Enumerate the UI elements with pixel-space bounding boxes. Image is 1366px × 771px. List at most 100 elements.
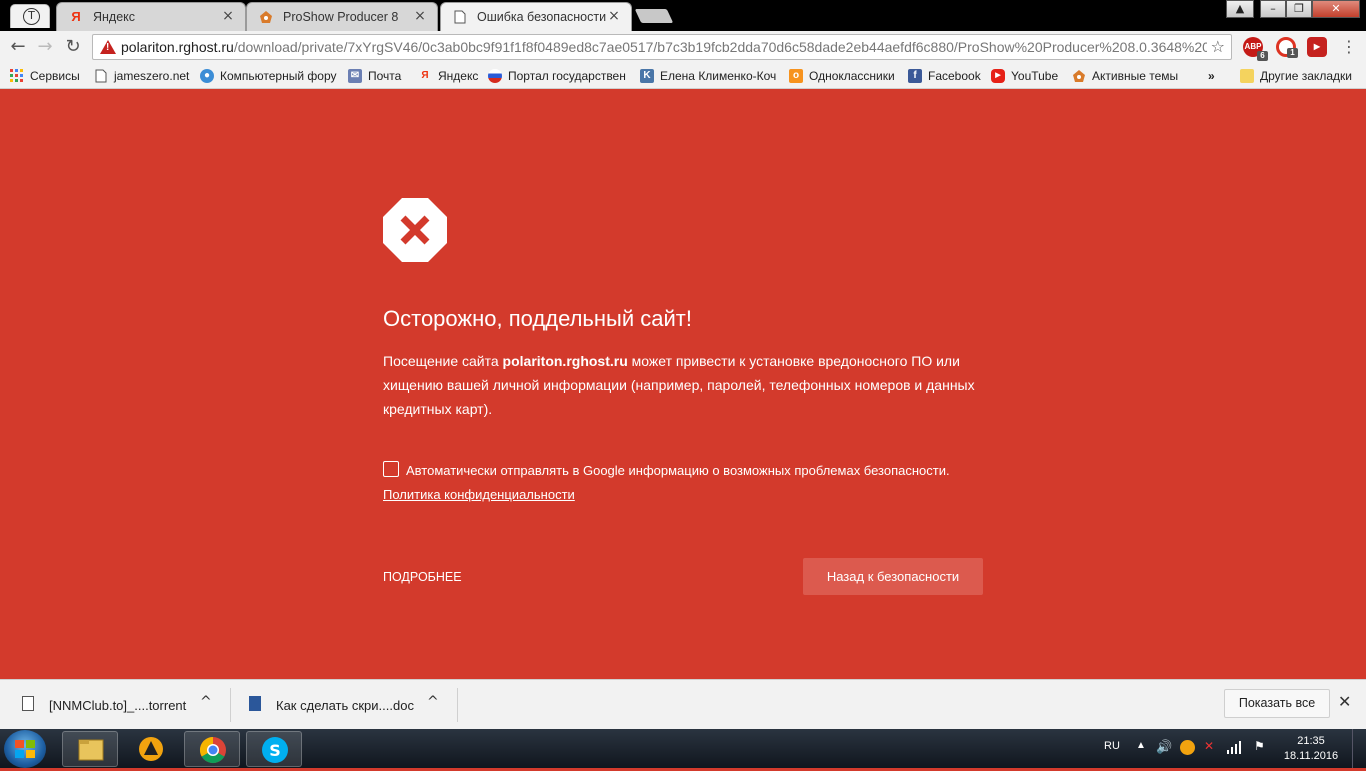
skype-icon[interactable]: S <box>246 731 302 767</box>
bookmark-item[interactable]: jameszero.net <box>94 67 190 85</box>
download-shelf: [NNMClub.to]_....torrent ^ Как сделать с… <box>0 679 1366 729</box>
clock-date: 18.11.2016 <box>1283 750 1339 762</box>
safe-browsing-interstitial: Осторожно, поддельный сайт! Посещение са… <box>0 90 1366 679</box>
download-item[interactable]: Как сделать скри....doc ^ <box>249 689 449 721</box>
adblock-plus-icon[interactable]: ABP 6 <box>1243 37 1268 61</box>
youtube-icon: ▶ <box>991 69 1005 83</box>
extension-badge: 1 <box>1287 48 1298 58</box>
tab-proshow[interactable]: ProShow Producer 8 × <box>246 2 438 31</box>
show-desktop-button[interactable] <box>1352 729 1366 768</box>
url-path: /download/private/7xYrgSV46/0c3ab0bc9f91… <box>233 39 1207 55</box>
close-icon[interactable]: ✕ <box>1338 692 1351 711</box>
bookmark-item[interactable]: Другие закладки <box>1240 67 1360 85</box>
tab-close-icon[interactable]: × <box>413 9 427 24</box>
privacy-policy-link[interactable]: Политика конфиденциальности <box>383 487 575 502</box>
apps-grid-icon <box>10 69 24 83</box>
mail-icon: ✉ <box>348 69 362 83</box>
tab-close-icon[interactable]: × <box>607 9 621 24</box>
aimp-icon[interactable] <box>123 731 179 767</box>
forum-icon: ● <box>200 69 214 83</box>
title-bar: T Я Яндекс × ProShow Producer 8 × Ошибка… <box>0 0 1366 31</box>
profile-button[interactable]: T <box>10 4 50 28</box>
details-button[interactable]: ПОДРОБНЕЕ <box>383 570 462 584</box>
network-warning-icon[interactable]: ✕ <box>1204 739 1214 753</box>
browser-toolbar: ← → ↻ polariton.rghost.ru/download/priva… <box>0 31 1366 63</box>
site-icon <box>259 10 273 24</box>
tab-security-error[interactable]: Ошибка безопасности × <box>440 2 632 31</box>
bookmark-item[interactable]: ● Компьютерный фору <box>200 67 338 85</box>
facebook-icon: f <box>908 69 922 83</box>
yandex-icon: Я <box>421 70 429 81</box>
windows-logo-icon <box>15 740 35 758</box>
ok-icon: o <box>789 69 803 83</box>
back-arrow-icon[interactable]: ← <box>5 35 31 59</box>
report-checkbox-label[interactable]: Автоматически отправлять в Google информ… <box>406 463 950 478</box>
bookmark-item[interactable]: ▶ YouTube <box>991 67 1063 85</box>
bookmarks-overflow-button[interactable]: » <box>1208 67 1222 85</box>
bookmark-item[interactable]: ✉ Почта <box>348 67 408 85</box>
profile-icon: T <box>23 8 40 25</box>
aimp-tray-icon[interactable] <box>1180 740 1195 755</box>
chrome-icon[interactable] <box>184 731 240 767</box>
bookmark-star-icon[interactable]: ☆ <box>1211 37 1225 57</box>
file-explorer-icon[interactable] <box>62 731 118 767</box>
tab-label: ProShow Producer 8 <box>283 10 399 24</box>
opera-extension-icon[interactable]: 1 <box>1276 37 1298 58</box>
show-all-downloads-button[interactable]: Показать все <box>1224 689 1330 718</box>
forward-arrow-icon[interactable]: → <box>32 35 58 59</box>
page-heading: Осторожно, поддельный сайт! <box>383 306 692 331</box>
warning-description: Посещение сайта polariton.rghost.ru може… <box>383 353 975 417</box>
url-text[interactable]: polariton.rghost.ru/download/private/7xY… <box>121 35 1207 59</box>
divider <box>457 688 458 722</box>
bookmark-item[interactable]: f Facebook <box>908 67 982 85</box>
tab-label: Яндекс <box>93 10 136 24</box>
language-indicator[interactable]: RU <box>1104 740 1120 752</box>
chevron-up-icon[interactable]: ^ <box>200 694 212 710</box>
system-clock[interactable]: 21:35 18.11.2016 <box>1283 734 1339 764</box>
tray-overflow-icon[interactable]: ▲ <box>1136 740 1146 751</box>
action-center-flag-icon[interactable]: ⚑ <box>1254 739 1265 753</box>
savefrom-extension-icon[interactable]: ▶ <box>1307 37 1327 57</box>
minimize-button[interactable]: – <box>1260 0 1286 18</box>
divider <box>230 688 231 722</box>
extension-badge: 6 <box>1257 51 1268 61</box>
chevron-up-icon[interactable]: ^ <box>427 694 439 710</box>
tab-close-icon[interactable]: × <box>221 9 235 24</box>
reload-icon[interactable]: ↻ <box>60 35 86 59</box>
torrent-file-icon <box>22 696 34 711</box>
word-file-icon <box>249 696 261 711</box>
volume-icon[interactable]: 🔊 <box>1156 739 1172 755</box>
svg-text:S: S <box>269 741 281 760</box>
error-octagon-icon <box>383 198 447 262</box>
site-host: polariton.rghost.ru <box>502 353 628 369</box>
download-item[interactable]: [NNMClub.to]_....torrent ^ <box>22 689 222 721</box>
bookmark-item[interactable]: Активные темы <box>1072 67 1180 85</box>
download-filename: Как сделать скри....doc <box>276 698 414 713</box>
bookmark-item[interactable]: Я Яндекс <box>418 67 480 85</box>
page-icon <box>94 69 108 83</box>
close-window-button[interactable]: ✕ <box>1312 0 1360 18</box>
bookmark-item[interactable]: Портал государствен <box>488 67 628 85</box>
tab-yandex[interactable]: Я Яндекс × <box>56 2 246 31</box>
page-icon <box>453 10 467 24</box>
bookmark-item[interactable]: Сервисы <box>10 67 86 85</box>
menu-kebab-icon[interactable]: ⋮ <box>1336 35 1362 59</box>
back-to-safety-button[interactable]: Назад к безопасности <box>803 558 983 595</box>
clock-time: 21:35 <box>1297 735 1325 747</box>
tab-label: Ошибка безопасности <box>477 10 607 24</box>
start-button[interactable] <box>4 730 46 768</box>
address-bar[interactable]: polariton.rghost.ru/download/private/7xY… <box>92 34 1232 60</box>
restore-button[interactable]: ❐ <box>1286 0 1312 18</box>
security-warning-icon <box>100 40 116 54</box>
yandex-icon: Я <box>71 9 81 24</box>
signal-strength-icon[interactable] <box>1226 739 1242 758</box>
new-tab-button[interactable] <box>634 9 674 23</box>
windows-taskbar: S RU ▲ 🔊 ✕ ⚑ 21:35 18.11.2016 <box>0 729 1366 768</box>
bookmarks-bar: Сервисы jameszero.net ● Компьютерный фор… <box>0 63 1366 89</box>
bookmark-item[interactable]: K Елена Клименко-Коч <box>640 67 778 85</box>
download-filename: [NNMClub.to]_....torrent <box>49 698 187 713</box>
bookmark-item[interactable]: o Одноклассники <box>789 67 899 85</box>
user-switch-button[interactable]: ▲ <box>1226 0 1254 18</box>
url-host: polariton.rghost.ru <box>121 39 234 55</box>
report-checkbox[interactable] <box>383 461 399 477</box>
